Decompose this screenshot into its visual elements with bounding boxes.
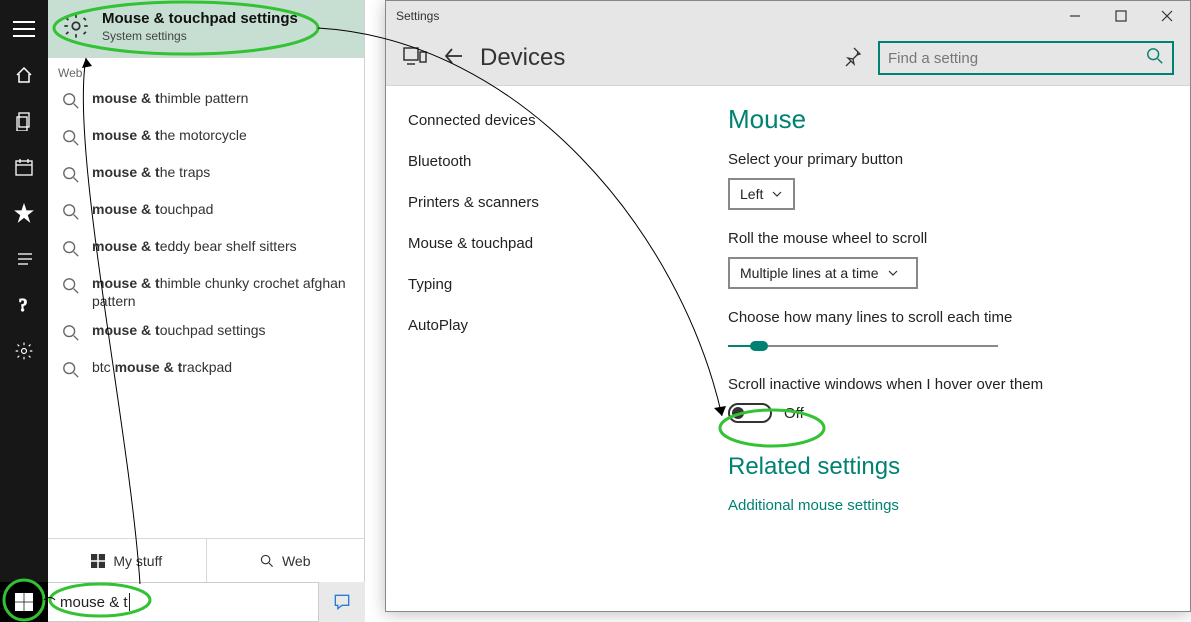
device-nav-item[interactable]: Connected devices bbox=[400, 100, 710, 141]
web-result-item[interactable]: mouse & teddy bear shelf sitters bbox=[48, 232, 364, 269]
primary-button-combo[interactable]: Left bbox=[728, 178, 795, 210]
cortana-panel: Mouse & touchpad settings System setting… bbox=[48, 0, 365, 582]
text-caret bbox=[129, 593, 130, 611]
slider-thumb[interactable] bbox=[750, 341, 768, 351]
search-icon bbox=[62, 129, 80, 152]
web-result-item[interactable]: mouse & the motorcycle bbox=[48, 121, 364, 158]
device-nav-item[interactable]: Printers & scanners bbox=[400, 182, 710, 223]
window-title: Settings bbox=[386, 9, 439, 23]
search-scope-tabs: My stuff Web bbox=[48, 538, 364, 582]
settings-content: Mouse Select your primary button Left Ro… bbox=[710, 86, 1190, 611]
best-match-result[interactable]: Mouse & touchpad settings System setting… bbox=[48, 0, 364, 58]
chevron-down-icon bbox=[771, 188, 783, 200]
web-result-text: mouse & touchpad bbox=[92, 201, 213, 219]
tab-web-label: Web bbox=[282, 553, 311, 569]
device-nav-list: Connected devicesBluetoothPrinters & sca… bbox=[386, 86, 710, 611]
search-icon bbox=[62, 166, 80, 189]
wheel-scroll-label: Roll the mouse wheel to scroll bbox=[728, 230, 1166, 247]
settings-window: Settings Devices Connected devicesBlueto… bbox=[385, 0, 1191, 612]
taskbar-chat-icon[interactable] bbox=[319, 582, 365, 622]
web-results-list: mouse & thimble pattern mouse & the motor… bbox=[48, 84, 364, 390]
help-icon[interactable]: ? bbox=[0, 282, 48, 328]
header-title: Devices bbox=[480, 44, 565, 72]
best-match-subtitle: System settings bbox=[102, 29, 354, 43]
minimize-button[interactable] bbox=[1052, 1, 1098, 31]
best-match-title: Mouse & touchpad settings bbox=[102, 10, 354, 27]
close-button[interactable] bbox=[1144, 1, 1190, 31]
documents-icon[interactable] bbox=[0, 98, 48, 144]
titlebar: Settings bbox=[386, 1, 1190, 31]
cortana-rail: ? bbox=[0, 0, 48, 622]
search-icon bbox=[1146, 47, 1164, 70]
wheel-scroll-combo[interactable]: Multiple lines at a time bbox=[728, 257, 918, 289]
tab-my-stuff[interactable]: My stuff bbox=[48, 539, 207, 582]
find-setting-input[interactable] bbox=[888, 50, 1146, 67]
additional-mouse-settings-link[interactable]: Additional mouse settings bbox=[728, 497, 1166, 514]
primary-button-label: Select your primary button bbox=[728, 151, 1166, 168]
toggle-switch[interactable] bbox=[728, 403, 772, 423]
search-icon bbox=[62, 92, 80, 115]
chevron-down-icon bbox=[887, 267, 899, 279]
search-icon bbox=[62, 240, 80, 263]
device-nav-item[interactable]: Bluetooth bbox=[400, 141, 710, 182]
slider-track bbox=[728, 345, 998, 347]
wheel-scroll-value: Multiple lines at a time bbox=[740, 265, 879, 281]
device-nav-item[interactable]: AutoPlay bbox=[400, 305, 710, 346]
web-result-item[interactable]: mouse & thimble pattern bbox=[48, 84, 364, 121]
find-setting-box[interactable] bbox=[878, 41, 1174, 75]
web-result-text: mouse & thimble chunky crochet afghan pa… bbox=[92, 275, 354, 310]
star-icon[interactable] bbox=[0, 190, 48, 236]
taskbar-search-input[interactable]: mouse & t bbox=[48, 582, 319, 622]
devices-glyph-icon bbox=[402, 44, 428, 73]
calendar-icon[interactable] bbox=[0, 144, 48, 190]
mouse-heading: Mouse bbox=[728, 104, 1166, 135]
start-button[interactable] bbox=[0, 582, 48, 622]
back-button[interactable] bbox=[442, 44, 466, 73]
search-icon bbox=[62, 203, 80, 226]
web-result-text: mouse & thimble pattern bbox=[92, 90, 248, 108]
list-icon[interactable] bbox=[0, 236, 48, 282]
web-result-item[interactable]: mouse & the traps bbox=[48, 158, 364, 195]
related-settings-heading: Related settings bbox=[728, 453, 1166, 481]
toggle-knob bbox=[732, 407, 744, 419]
tab-my-stuff-label: My stuff bbox=[113, 553, 162, 569]
web-result-text: mouse & the motorcycle bbox=[92, 127, 247, 145]
web-result-text: mouse & the traps bbox=[92, 164, 210, 182]
device-nav-item[interactable]: Typing bbox=[400, 264, 710, 305]
web-result-item[interactable]: mouse & touchpad settings bbox=[48, 316, 364, 353]
web-result-item[interactable]: mouse & thimble chunky crochet afghan pa… bbox=[48, 269, 364, 316]
web-section-label: Web bbox=[48, 58, 364, 84]
pin-icon[interactable] bbox=[840, 44, 864, 73]
hamburger-icon[interactable] bbox=[0, 6, 48, 52]
web-result-item[interactable]: mouse & touchpad bbox=[48, 195, 364, 232]
search-icon bbox=[62, 324, 80, 347]
toggle-state: Off bbox=[784, 405, 804, 422]
gear-icon bbox=[62, 12, 90, 45]
home-icon[interactable] bbox=[0, 52, 48, 98]
search-icon bbox=[62, 277, 80, 300]
settings-gear-icon[interactable] bbox=[0, 328, 48, 374]
svg-text:?: ? bbox=[19, 295, 27, 315]
web-result-text: btc mouse & trackpad bbox=[92, 359, 232, 377]
search-icon bbox=[62, 361, 80, 384]
inactive-scroll-label: Scroll inactive windows when I hover ove… bbox=[728, 376, 1166, 393]
tab-web[interactable]: Web bbox=[207, 539, 365, 582]
primary-button-value: Left bbox=[740, 186, 763, 202]
maximize-button[interactable] bbox=[1098, 1, 1144, 31]
web-result-item[interactable]: btc mouse & trackpad bbox=[48, 353, 364, 390]
device-nav-item[interactable]: Mouse & touchpad bbox=[400, 223, 710, 264]
taskbar: mouse & t bbox=[48, 582, 365, 622]
inactive-scroll-toggle[interactable]: Off bbox=[728, 403, 1166, 423]
lines-scroll-slider[interactable] bbox=[728, 336, 998, 356]
taskbar-search-text: mouse & t bbox=[60, 594, 128, 611]
settings-header: Devices bbox=[386, 31, 1190, 86]
web-result-text: mouse & touchpad settings bbox=[92, 322, 266, 340]
web-result-text: mouse & teddy bear shelf sitters bbox=[92, 238, 297, 256]
lines-scroll-label: Choose how many lines to scroll each tim… bbox=[728, 309, 1166, 326]
